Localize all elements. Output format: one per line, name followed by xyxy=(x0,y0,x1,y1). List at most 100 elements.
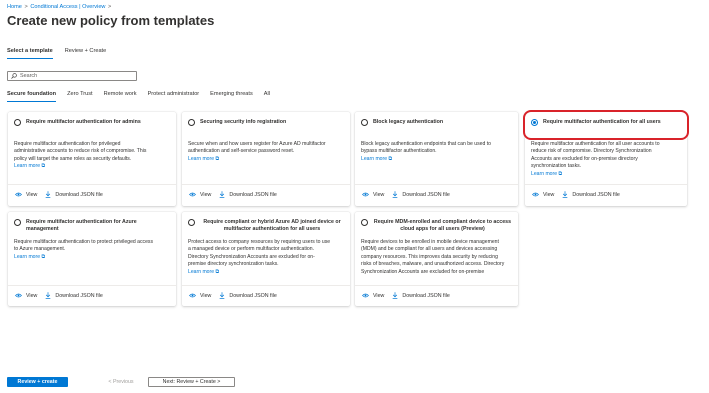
learn-more-link[interactable]: Learn more ⧉ xyxy=(14,163,170,170)
external-link-icon: ⧉ xyxy=(558,170,563,177)
radio-button[interactable] xyxy=(14,219,21,226)
template-card-compliant-device-or-mfa[interactable]: Require compliant or hybrid Azure AD joi… xyxy=(182,212,350,306)
divider xyxy=(8,184,176,185)
card-title: Require multifactor authentication for a… xyxy=(26,119,141,125)
view-button[interactable]: View xyxy=(532,192,554,198)
tab-select-template[interactable]: Select a template xyxy=(7,48,53,59)
tab-emerging-threats[interactable]: Emerging threats xyxy=(210,91,253,102)
tab-zero-trust[interactable]: Zero Trust xyxy=(67,91,93,102)
download-json-button[interactable]: Download JSON file xyxy=(219,292,277,299)
view-button[interactable]: View xyxy=(15,192,37,198)
breadcrumb-separator: > xyxy=(24,4,28,10)
download-label: Download JSON file xyxy=(229,292,277,299)
description-line: Require devices to be enrolled in mobile… xyxy=(361,239,499,245)
view-button[interactable]: View xyxy=(362,192,384,198)
search-placeholder: Search xyxy=(20,73,38,79)
card-title: Require MDM-enrolled and compliant devic… xyxy=(373,219,512,233)
eye-icon xyxy=(362,293,369,298)
view-button[interactable]: View xyxy=(189,293,211,299)
template-card-mfa-azure-management[interactable]: Require multifactor authentication for A… xyxy=(8,212,176,306)
description-line: bypass multifactor authentication. xyxy=(361,148,437,155)
wizard-tabs: Select a template Review + Create xyxy=(7,48,106,59)
card-description: Block legacy authentication endpoints th… xyxy=(361,141,512,163)
view-button[interactable]: View xyxy=(15,293,37,299)
download-icon xyxy=(393,191,398,198)
card-title: Require compliant or hybrid Azure AD joi… xyxy=(200,219,344,233)
card-description: Require multifactor authentication for a… xyxy=(531,141,681,178)
template-card-block-legacy-auth[interactable]: Block legacy authentication Block legacy… xyxy=(355,112,518,206)
template-card-mfa-all-users[interactable]: Require multifactor authentication for a… xyxy=(525,112,687,206)
radio-button[interactable] xyxy=(14,119,21,126)
learn-more-link[interactable]: Learn more ⧉ xyxy=(188,156,344,163)
description-line: authentication and self-service password… xyxy=(188,148,295,155)
download-label: Download JSON file xyxy=(402,292,450,299)
radio-button[interactable] xyxy=(188,219,195,226)
learn-more-link[interactable]: Learn more ⧉ xyxy=(531,171,681,178)
learn-more-link[interactable]: Learn more ⧉ xyxy=(361,156,512,163)
more-options-icon[interactable]: ··· xyxy=(178,15,188,24)
card-description: Require multifactor authentication for p… xyxy=(14,141,170,171)
eye-icon xyxy=(15,293,22,298)
view-label: View xyxy=(200,191,212,198)
breadcrumb-conditional-access[interactable]: Conditional Access | Overview xyxy=(30,4,105,10)
eye-icon xyxy=(189,293,196,298)
learn-more-link[interactable]: Learn more ⧉ xyxy=(188,269,344,276)
description-line: premise directory synchronization tasks. xyxy=(188,261,279,268)
search-icon xyxy=(11,73,17,79)
learn-more-link[interactable]: Learn more ⧉ xyxy=(14,254,170,261)
card-title: Securing security info registration xyxy=(200,119,287,125)
template-card-security-info-registration[interactable]: Securing security info registration Secu… xyxy=(182,112,350,206)
download-json-button[interactable]: Download JSON file xyxy=(392,292,450,299)
view-button[interactable]: View xyxy=(189,192,211,198)
breadcrumb-separator: > xyxy=(108,4,112,10)
radio-button[interactable] xyxy=(188,119,195,126)
template-card-mfa-admins[interactable]: Require multifactor authentication for a… xyxy=(8,112,176,206)
description-line: to Azure management. xyxy=(14,246,66,253)
card-title-line: multifactor authentication for all users xyxy=(223,226,321,232)
tab-protect-administrator[interactable]: Protect administrator xyxy=(148,91,200,102)
download-json-button[interactable]: Download JSON file xyxy=(219,191,277,198)
search-input[interactable]: Search xyxy=(7,71,137,81)
radio-button-selected[interactable] xyxy=(531,119,538,126)
radio-button[interactable] xyxy=(361,219,368,226)
previous-button[interactable]: < Previous xyxy=(98,377,144,387)
external-link-icon: ⧉ xyxy=(215,155,220,162)
description-line: Accounts are excluded for on-premise dir… xyxy=(531,155,638,162)
tab-all[interactable]: All xyxy=(264,91,270,102)
view-button[interactable]: View xyxy=(362,293,384,299)
tab-remote-work[interactable]: Remote work xyxy=(104,91,137,102)
eye-icon xyxy=(15,192,22,197)
download-icon xyxy=(220,292,225,299)
download-json-button[interactable]: Download JSON file xyxy=(562,191,620,198)
download-json-button[interactable]: Download JSON file xyxy=(392,191,450,198)
description-line: (MDM) and be compliant for all users and… xyxy=(361,246,498,253)
breadcrumb: Home > Conditional Access | Overview > xyxy=(7,4,112,10)
download-json-button[interactable]: Download JSON file xyxy=(45,191,103,198)
description-line: company resources. This improves data se… xyxy=(361,253,498,260)
description-line: Secure when and how users register for A… xyxy=(188,141,326,147)
divider xyxy=(355,285,518,286)
filter-tabs: Secure foundation Zero Trust Remote work… xyxy=(7,91,270,102)
download-label: Download JSON file xyxy=(55,191,103,198)
card-title-line: Require multifactor authentication for A… xyxy=(26,219,137,225)
download-label: Download JSON file xyxy=(402,191,450,198)
external-link-icon: ⧉ xyxy=(215,268,220,275)
breadcrumb-home[interactable]: Home xyxy=(7,4,22,10)
tab-review-create[interactable]: Review + Create xyxy=(65,48,107,59)
review-create-button[interactable]: Review + create xyxy=(7,377,68,387)
description-line: Directory Synchronization Accounts are e… xyxy=(188,253,315,260)
description-line: Require multifactor authentication for a… xyxy=(531,141,660,147)
external-link-icon: ⧉ xyxy=(41,163,46,170)
card-description: Protect access to company resources by r… xyxy=(188,239,344,276)
description-line: synchronization tasks. xyxy=(531,163,582,170)
tab-secure-foundation[interactable]: Secure foundation xyxy=(7,91,57,102)
template-card-mdm-compliant-device[interactable]: Require MDM-enrolled and compliant devic… xyxy=(355,212,518,306)
next-button[interactable]: Next: Review + Create > xyxy=(148,377,235,387)
radio-button[interactable] xyxy=(361,119,368,126)
divider xyxy=(182,285,350,286)
description-line: reduce risk of compromise. Directory Syn… xyxy=(531,148,652,155)
download-icon xyxy=(393,292,398,299)
download-json-button[interactable]: Download JSON file xyxy=(45,292,103,299)
divider xyxy=(182,184,350,185)
card-description: Require multifactor authentication to pr… xyxy=(14,239,170,261)
